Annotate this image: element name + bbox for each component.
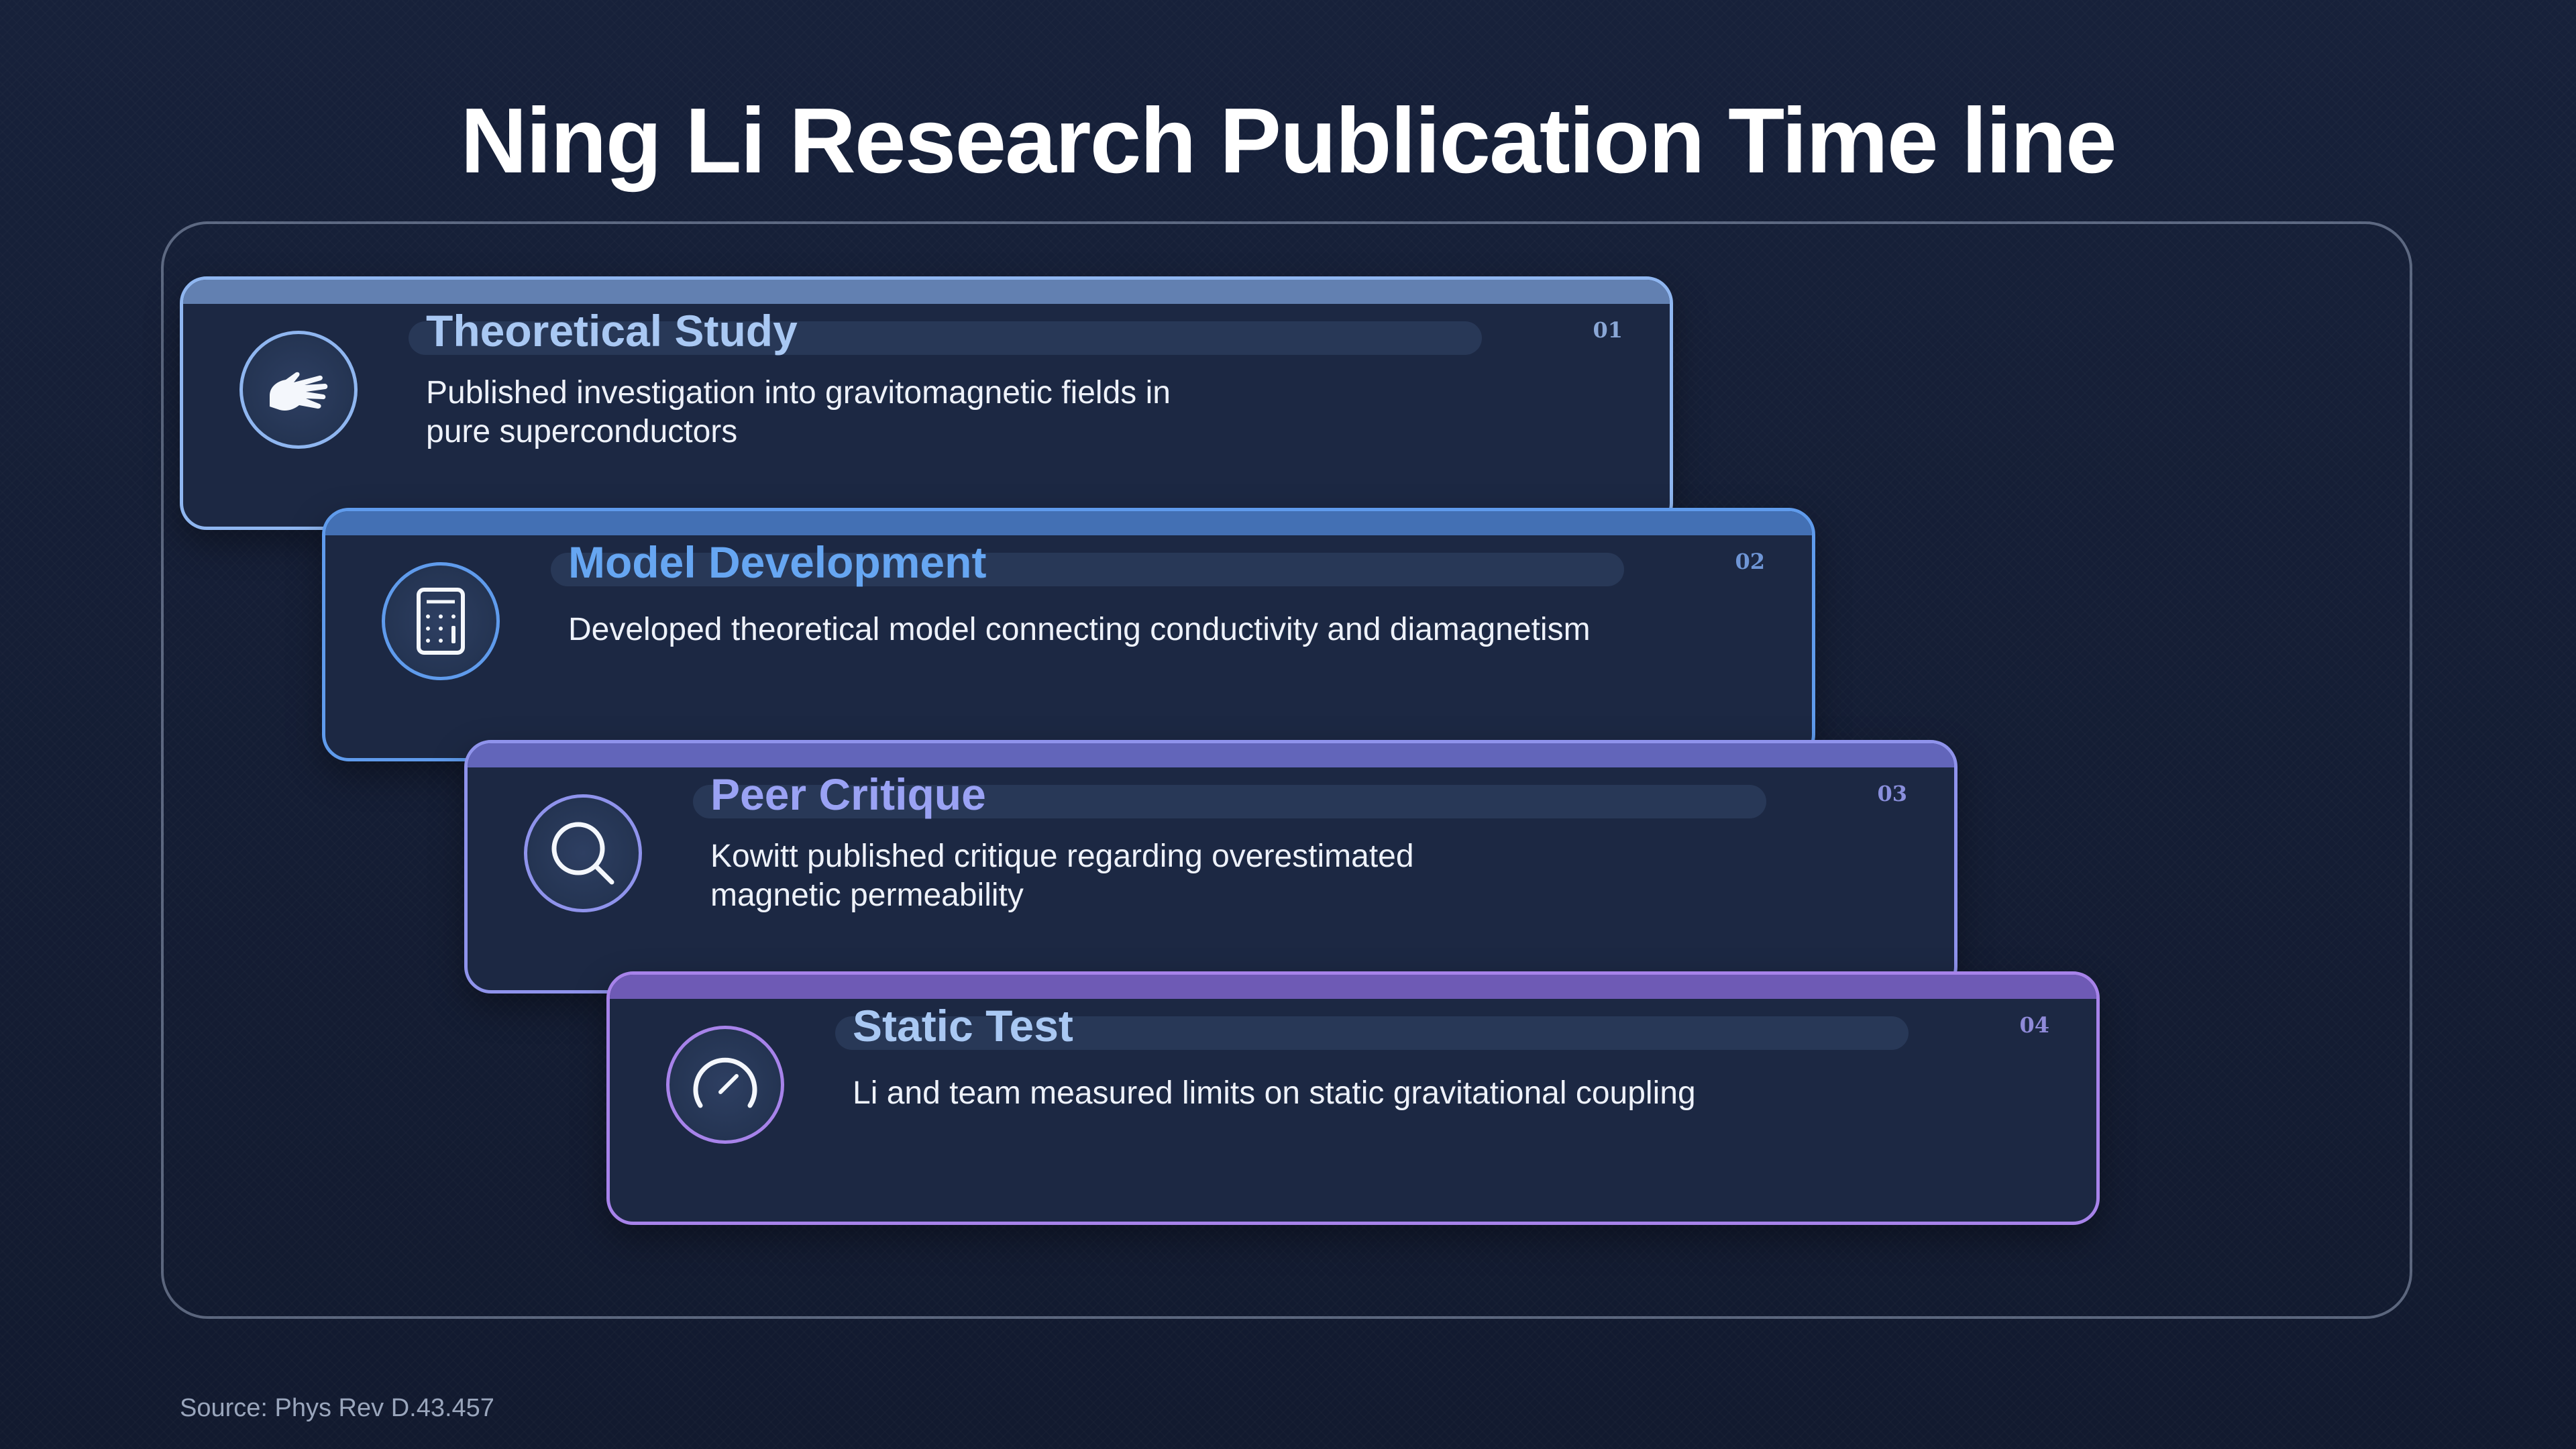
icon-disc [239, 331, 358, 449]
card-top-bar [468, 743, 1954, 767]
step-title: Theoretical Study [426, 306, 798, 356]
step-number: 03 [1877, 781, 1907, 806]
step-title: Static Test [853, 1001, 1073, 1051]
icon-disc [524, 794, 642, 912]
step-description: Published investigation into gravitomagn… [426, 375, 1171, 449]
card-top-bar [610, 975, 2096, 999]
step-number: 01 [1593, 317, 1623, 343]
magnifier-icon [551, 822, 614, 885]
timeline-card-theoretical-study: Theoretical Study 01 Published investiga… [180, 276, 1673, 530]
step-title: Peer Critique [710, 769, 986, 819]
step-title: Model Development [568, 537, 987, 587]
calculator-icon [417, 588, 465, 655]
step-description: Kowitt published critique regarding over… [710, 839, 1414, 913]
hand-icon [270, 372, 328, 411]
gauge-icon [693, 1057, 757, 1108]
timeline-card-model-development: Model Development 02 Developed theoretic… [322, 508, 1815, 761]
page-title: Ning Li Research Publication Time line [460, 89, 2116, 193]
step-number: 02 [1735, 549, 1765, 574]
step-description: Li and team measured limits on static gr… [853, 1075, 1696, 1111]
timeline-card-peer-critique: Peer Critique 03 Kowitt published critiq… [464, 740, 1957, 994]
timeline-card-static-test: Static Test 04 Li and team measured limi… [606, 971, 2100, 1225]
source-citation: Source: Phys Rev D.43.457 [180, 1394, 494, 1422]
card-top-bar [183, 280, 1670, 304]
icon-disc [666, 1026, 784, 1144]
card-top-bar [325, 511, 1812, 535]
icon-disc [382, 562, 500, 680]
step-number: 04 [2019, 1012, 2049, 1038]
step-description: Developed theoretical model connecting c… [568, 612, 1591, 647]
